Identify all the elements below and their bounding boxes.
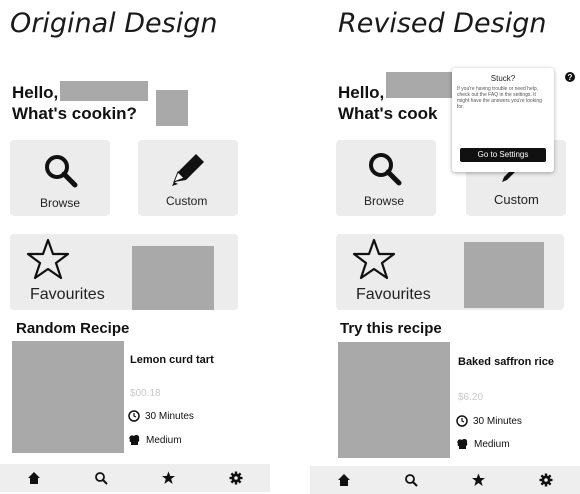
go-to-settings-button[interactable]: Go to Settings	[460, 148, 546, 162]
tab-search[interactable]	[399, 468, 423, 492]
search-icon	[45, 155, 78, 188]
redacted-username	[60, 81, 148, 101]
tab-home[interactable]	[332, 468, 356, 492]
redacted-favourite-image	[132, 246, 214, 310]
favourites-label: Favourites	[30, 286, 105, 303]
gear-icon	[539, 473, 553, 487]
tab-settings[interactable]	[224, 466, 248, 490]
pencil-icon	[172, 154, 204, 186]
recipe-name[interactable]: Baked saffron rice	[458, 356, 554, 368]
time-label: 30 Minutes	[473, 415, 522, 427]
redacted-favourite-image	[464, 242, 544, 308]
search-icon	[369, 153, 402, 186]
tab-favourites[interactable]	[467, 468, 491, 492]
revised-design-title: Revised Design	[338, 8, 547, 39]
tab-favourites[interactable]	[157, 466, 181, 490]
star-icon	[472, 473, 486, 486]
bottom-tab-bar	[310, 466, 580, 494]
search-icon	[95, 472, 108, 485]
section-title: Random Recipe	[16, 320, 130, 337]
redacted-username	[386, 72, 456, 98]
gear-icon	[229, 471, 243, 485]
help-tooltip: Stuck? If you're having trouble or need …	[452, 68, 554, 172]
home-icon	[337, 474, 350, 486]
original-design-title: Original Design	[10, 8, 218, 39]
help-icon[interactable]: ?	[565, 72, 575, 82]
help-icon-glyph: ?	[568, 73, 573, 82]
recipe-time: 30 Minutes	[456, 415, 522, 427]
browse-label: Browse	[40, 196, 81, 210]
home-icon	[27, 472, 40, 484]
custom-label: Custom	[166, 194, 208, 208]
tab-search[interactable]	[89, 466, 113, 490]
custom-card[interactable]: Custom	[138, 140, 238, 216]
favourites-label: Favourites	[356, 286, 431, 303]
clock-icon	[456, 415, 468, 427]
section-title: Try this recipe	[340, 320, 442, 337]
chef-hat-icon	[129, 435, 140, 445]
redacted-recipe-image[interactable]	[338, 342, 450, 458]
recipe-difficulty: Medium	[456, 438, 510, 450]
clock-icon	[128, 410, 140, 422]
redacted-recipe-image[interactable]	[12, 341, 124, 453]
recipe-price: $6.20	[458, 392, 484, 403]
time-label: 30 Minutes	[145, 410, 194, 422]
search-icon	[405, 474, 418, 487]
chef-hat-icon	[457, 439, 468, 449]
star-icon	[26, 238, 70, 280]
browse-card[interactable]: Browse	[336, 140, 436, 216]
custom-label: Custom	[494, 192, 539, 207]
tab-settings[interactable]	[534, 468, 558, 492]
original-design-panel: Original Design Hello, What's cookin? Br…	[0, 0, 270, 492]
browse-card[interactable]: Browse	[10, 140, 110, 216]
tab-home[interactable]	[22, 466, 46, 490]
browse-label: Browse	[364, 194, 405, 208]
recipe-name[interactable]: Lemon curd tart	[130, 354, 214, 366]
greeting-question: What's cookin?	[12, 104, 137, 123]
greeting-question: What's cook	[338, 104, 438, 123]
bottom-tab-bar	[0, 464, 270, 492]
recipe-difficulty: Medium	[128, 434, 182, 446]
redacted-avatar	[156, 90, 188, 126]
star-icon	[352, 238, 396, 280]
star-icon	[162, 471, 176, 484]
recipe-price: $00.18	[130, 388, 161, 399]
difficulty-label: Medium	[474, 438, 510, 450]
recipe-time: 30 Minutes	[128, 410, 194, 422]
tooltip-title: Stuck?	[490, 74, 516, 83]
difficulty-label: Medium	[146, 434, 182, 446]
tooltip-body: If you're having trouble or need help, c…	[457, 86, 542, 110]
